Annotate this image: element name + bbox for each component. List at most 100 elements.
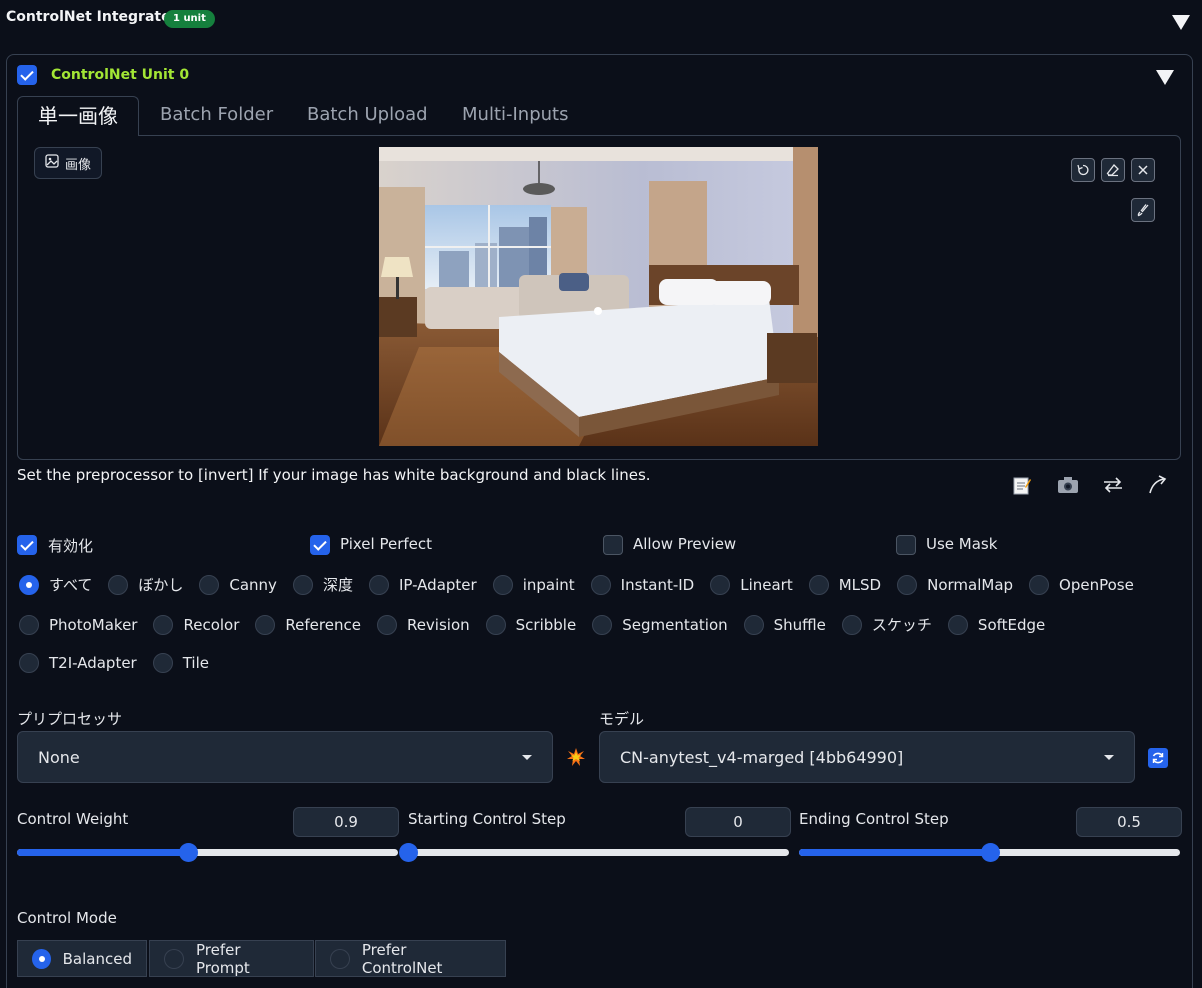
control-type-option[interactable]: Reference	[255, 614, 361, 635]
close-icon[interactable]	[1131, 158, 1155, 182]
image-label: 画像	[34, 147, 103, 179]
radio-dot	[743, 614, 764, 635]
control-type-label: ぼかし	[138, 576, 184, 594]
send-curve-arrow-icon[interactable]	[1146, 474, 1170, 496]
ending-step-input[interactable]: 0.5	[1076, 807, 1182, 837]
radio-dot	[330, 948, 350, 969]
tab-single-image[interactable]: 単一画像	[17, 96, 139, 136]
preprocessor-hint: Set the preprocessor to [invert] If your…	[17, 466, 651, 484]
tab-batch-upload[interactable]: Batch Upload	[307, 96, 428, 136]
control-type-option[interactable]: IP-Adapter	[368, 574, 477, 595]
control-type-label: PhotoMaker	[49, 615, 138, 634]
notepad-icon[interactable]	[1010, 474, 1034, 496]
radio-dot	[947, 614, 968, 635]
image-icon	[45, 154, 59, 172]
radio-dot	[485, 614, 506, 635]
mode-balanced[interactable]: Balanced	[17, 940, 147, 977]
ending-step-slider[interactable]	[799, 843, 1180, 862]
enable-label: 有効化	[48, 537, 94, 555]
control-mode-label: Control Mode	[17, 909, 117, 927]
mode-prefer-prompt[interactable]: Prefer Prompt	[149, 940, 314, 977]
run-preprocessor-explosion-icon[interactable]	[566, 747, 586, 771]
control-type-label: スケッチ	[871, 616, 932, 634]
control-weight-input[interactable]: 0.9	[293, 807, 399, 837]
ending-step-label: Ending Control Step	[799, 810, 949, 828]
image-label-text: 画像	[65, 157, 92, 173]
control-type-label: Shuffle	[773, 615, 826, 634]
model-value: CN-anytest_v4-marged [4bb64990]	[620, 747, 904, 767]
unit-title: ControlNet Unit 0	[51, 67, 190, 83]
preprocessor-value: None	[38, 747, 80, 767]
unit-enable-checkbox[interactable]	[17, 65, 37, 85]
model-dropdown[interactable]: CN-anytest_v4-marged [4bb64990]	[599, 731, 1135, 783]
starting-step-slider[interactable]	[399, 843, 789, 862]
pixel-perfect-checkbox[interactable]	[310, 535, 330, 555]
control-type-option[interactable]: OpenPose	[1029, 574, 1134, 595]
control-type-option[interactable]: SoftEdge	[947, 614, 1046, 635]
radio-dot	[199, 574, 220, 595]
control-type-label: Lineart	[740, 575, 793, 594]
slider-thumb[interactable]	[980, 843, 1000, 862]
control-type-label: NormalMap	[927, 575, 1014, 594]
eraser-icon[interactable]	[1101, 158, 1125, 182]
control-type-label: Instant-ID	[620, 575, 695, 594]
control-type-option[interactable]: Scribble	[485, 614, 576, 635]
radio-dot	[841, 614, 862, 635]
starting-step-label: Starting Control Step	[408, 810, 566, 828]
unit-collapse-triangle-icon[interactable]	[1156, 70, 1174, 85]
starting-step-input[interactable]: 0	[685, 807, 791, 837]
preprocessor-dropdown[interactable]: None	[17, 731, 553, 783]
slider-thumb[interactable]	[399, 843, 418, 862]
control-type-option[interactable]: スケッチ	[841, 614, 932, 635]
mode-label: Balanced	[62, 949, 132, 968]
camera-icon[interactable]	[1056, 474, 1080, 496]
control-type-label: Canny	[229, 575, 277, 594]
control-type-option[interactable]: MLSD	[808, 574, 882, 595]
refresh-icon[interactable]	[1148, 748, 1168, 768]
control-type-option[interactable]: inpaint	[492, 574, 575, 595]
control-type-option[interactable]: Canny	[199, 574, 277, 595]
rotate-icon[interactable]	[1071, 158, 1095, 182]
enable-checkbox[interactable]	[17, 535, 37, 555]
control-type-option[interactable]: Lineart	[710, 574, 793, 595]
tab-multi-inputs[interactable]: Multi-Inputs	[462, 96, 568, 136]
radio-dot	[152, 653, 173, 673]
control-type-option[interactable]: Revision	[376, 614, 470, 635]
control-weight-slider[interactable]	[17, 843, 398, 862]
allow-preview-label: Allow Preview	[633, 535, 737, 553]
control-type-label: Revision	[406, 615, 470, 634]
control-type-option[interactable]: NormalMap	[897, 574, 1013, 595]
control-type-label: T2I-Adapter	[49, 654, 137, 672]
control-type-option[interactable]: Recolor	[153, 614, 239, 635]
radio-dot	[164, 948, 184, 969]
control-type-option[interactable]: Tile	[152, 653, 209, 673]
control-type-label: SoftEdge	[977, 615, 1046, 634]
use-mask-checkbox[interactable]	[896, 535, 916, 555]
use-mask-label: Use Mask	[926, 535, 998, 553]
control-type-option[interactable]: ぼかし	[108, 574, 183, 595]
radio-dot	[590, 574, 611, 595]
tab-batch-folder[interactable]: Batch Folder	[160, 96, 273, 136]
brush-icon[interactable]	[1131, 198, 1155, 222]
control-type-option[interactable]: Segmentation	[592, 614, 728, 635]
allow-preview-checkbox[interactable]	[603, 535, 623, 555]
control-type-option[interactable]: PhotoMaker	[19, 614, 137, 635]
control-type-label: Tile	[182, 654, 209, 672]
control-type-label: MLSD	[838, 575, 882, 594]
radio-dot	[808, 574, 829, 595]
mode-prefer-controlnet[interactable]: Prefer ControlNet	[315, 940, 506, 977]
control-type-option[interactable]: すべて	[19, 574, 92, 595]
control-type-label: OpenPose	[1059, 575, 1134, 594]
swap-arrows-icon[interactable]	[1101, 474, 1125, 496]
uploaded-image	[379, 147, 818, 446]
control-type-option[interactable]: Instant-ID	[590, 574, 695, 595]
radio-dot	[19, 614, 39, 635]
control-type-row-2: PhotoMaker Recolor Reference Revision Sc…	[19, 614, 1061, 635]
control-type-option[interactable]: Shuffle	[743, 614, 826, 635]
collapse-triangle-icon[interactable]	[1172, 15, 1190, 30]
control-type-label: Recolor	[183, 615, 240, 634]
control-type-option[interactable]: T2I-Adapter	[19, 653, 137, 673]
control-type-option[interactable]: 深度	[292, 574, 353, 595]
radio-dot	[492, 574, 513, 595]
control-type-label: Reference	[285, 615, 361, 634]
